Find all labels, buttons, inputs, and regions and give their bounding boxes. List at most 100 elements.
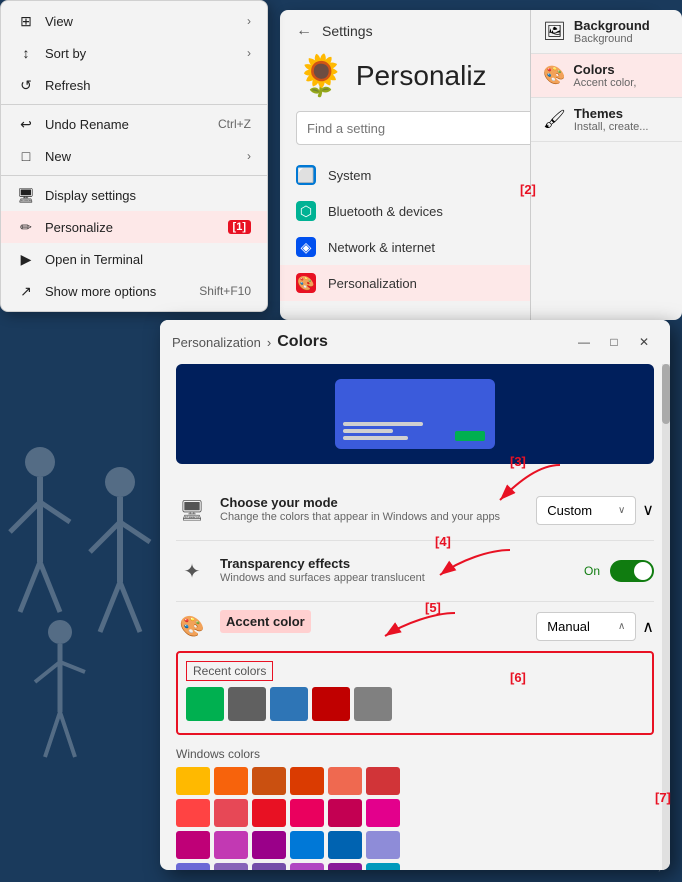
background-settings-icon: 🖼 — [543, 21, 566, 42]
menu-label-sortby: Sort by — [45, 46, 237, 61]
recent-colors-box: Recent colors — [176, 651, 654, 735]
annotation-7: [7] — [655, 790, 671, 805]
personalization-nav-icon: 🎨 — [296, 273, 316, 293]
menu-label-undo: Undo Rename — [45, 117, 208, 132]
window-breadcrumb: Personalization › Colors — [172, 333, 328, 351]
themes-title: Themes — [574, 106, 649, 121]
recent-color-swatch[interactable] — [186, 687, 224, 721]
windows-color-row — [176, 831, 654, 859]
mode-subtitle: Change the colors that appear in Windows… — [220, 510, 524, 525]
minimize-button[interactable]: — — [570, 328, 598, 356]
display-icon: 🖥 — [17, 186, 35, 204]
recent-color-swatch[interactable] — [228, 687, 266, 721]
preview-line-1 — [343, 422, 423, 426]
bg-decoration — [0, 402, 170, 782]
windows-color-swatch[interactable] — [290, 863, 324, 870]
windows-color-swatch[interactable] — [214, 831, 248, 859]
new-icon: □ — [17, 147, 35, 165]
breadcrumb-personalization: Personalization — [172, 335, 261, 350]
themes-settings-icon: 🖌 — [543, 109, 566, 130]
terminal-icon: ▶ — [17, 250, 35, 268]
network-icon: ◈ — [296, 237, 316, 257]
menu-item-view[interactable]: ⊞ View › — [1, 5, 267, 37]
new-arrow: › — [247, 149, 251, 163]
recent-colors-title: Recent colors — [186, 661, 273, 681]
accent-label-container: Accent color — [220, 610, 524, 643]
windows-color-swatch[interactable] — [366, 799, 400, 827]
windows-color-swatch[interactable] — [252, 799, 286, 827]
windows-color-row — [176, 863, 654, 870]
windows-color-swatch[interactable] — [328, 767, 362, 795]
view-arrow: › — [247, 14, 251, 28]
settings-right-background[interactable]: 🖼 Background Background — [531, 10, 682, 54]
windows-color-swatch[interactable] — [328, 799, 362, 827]
maximize-button[interactable]: □ — [600, 328, 628, 356]
system-icon: ⬜ — [296, 165, 316, 185]
menu-item-sortby[interactable]: ↕ Sort by › — [1, 37, 267, 69]
accent-dropdown[interactable]: Manual ∧ — [536, 612, 636, 641]
background-title: Background — [574, 18, 650, 33]
windows-colors-grid — [176, 767, 654, 870]
settings-right-colors[interactable]: 🎨 Colors Accent color, — [531, 54, 682, 98]
transparency-toggle[interactable] — [610, 560, 654, 582]
windows-color-swatch[interactable] — [252, 767, 286, 795]
accent-icon: 🎨 — [176, 611, 208, 643]
preview-box — [176, 364, 654, 464]
windows-color-swatch[interactable] — [366, 831, 400, 859]
close-button[interactable]: ✕ — [630, 328, 658, 356]
preview-button — [455, 431, 485, 441]
menu-item-personalize[interactable]: ✏ Personalize [1] — [1, 211, 267, 243]
undo-shortcut: Ctrl+Z — [218, 117, 251, 131]
windows-color-row — [176, 799, 654, 827]
colors-title: Colors — [573, 62, 636, 77]
recent-color-swatch[interactable] — [312, 687, 350, 721]
settings-right-themes[interactable]: 🖌 Themes Install, create... — [531, 98, 682, 142]
mode-text: Choose your mode Change the colors that … — [220, 495, 524, 525]
windows-color-swatch[interactable] — [176, 831, 210, 859]
windows-color-swatch[interactable] — [214, 767, 248, 795]
window-controls: — □ ✕ — [570, 328, 658, 356]
menu-label-personalize: Personalize — [45, 220, 214, 235]
moreoptions-shortcut: Shift+F10 — [199, 284, 251, 298]
menu-divider-1 — [1, 104, 267, 105]
windows-color-swatch[interactable] — [176, 799, 210, 827]
recent-color-swatch[interactable] — [270, 687, 308, 721]
windows-color-swatch[interactable] — [328, 863, 362, 870]
windows-color-swatch[interactable] — [252, 863, 286, 870]
windows-color-swatch[interactable] — [252, 831, 286, 859]
menu-item-refresh[interactable]: ↺ Refresh — [1, 69, 267, 101]
menu-item-terminal[interactable]: ▶ Open in Terminal — [1, 243, 267, 275]
windows-color-swatch[interactable] — [328, 831, 362, 859]
mode-title: Choose your mode — [220, 495, 524, 510]
mode-expand-icon[interactable]: ∨ — [642, 500, 654, 520]
settings-back-button[interactable]: ← — [296, 22, 312, 40]
windows-color-swatch[interactable] — [290, 799, 324, 827]
windows-color-swatch[interactable] — [290, 767, 324, 795]
recent-color-swatch[interactable] — [354, 687, 392, 721]
themes-subtitle: Install, create... — [574, 121, 649, 133]
windows-color-swatch[interactable] — [214, 863, 248, 870]
personalize-badge: [1] — [228, 220, 251, 234]
accent-dropdown-arrow: ∧ — [618, 621, 625, 632]
menu-item-new[interactable]: □ New › — [1, 140, 267, 172]
windows-color-swatch[interactable] — [366, 767, 400, 795]
windows-color-swatch[interactable] — [290, 831, 324, 859]
colors-subtitle: Accent color, — [573, 77, 636, 89]
menu-label-view: View — [45, 14, 237, 29]
mode-row: 🖥 Choose your mode Change the colors tha… — [176, 480, 654, 541]
scrollbar-thumb[interactable] — [662, 364, 670, 424]
breadcrumb-separator: › — [267, 335, 271, 350]
menu-item-undo[interactable]: ↩ Undo Rename Ctrl+Z — [1, 108, 267, 140]
transparency-icon: ✦ — [176, 555, 208, 587]
accent-collapse-icon[interactable]: ∧ — [642, 617, 654, 637]
preview-lines — [343, 422, 423, 443]
windows-color-swatch[interactable] — [176, 767, 210, 795]
windows-color-swatch[interactable] — [366, 863, 400, 870]
windows-color-swatch[interactable] — [176, 863, 210, 870]
accent-control: Manual ∧ ∧ — [536, 612, 654, 641]
windows-colors-section: Windows colors — [176, 747, 654, 870]
menu-item-moreoptions[interactable]: ↗ Show more options Shift+F10 — [1, 275, 267, 307]
menu-item-display[interactable]: 🖥 Display settings — [1, 179, 267, 211]
preview-line-3 — [343, 436, 408, 440]
windows-color-swatch[interactable] — [214, 799, 248, 827]
